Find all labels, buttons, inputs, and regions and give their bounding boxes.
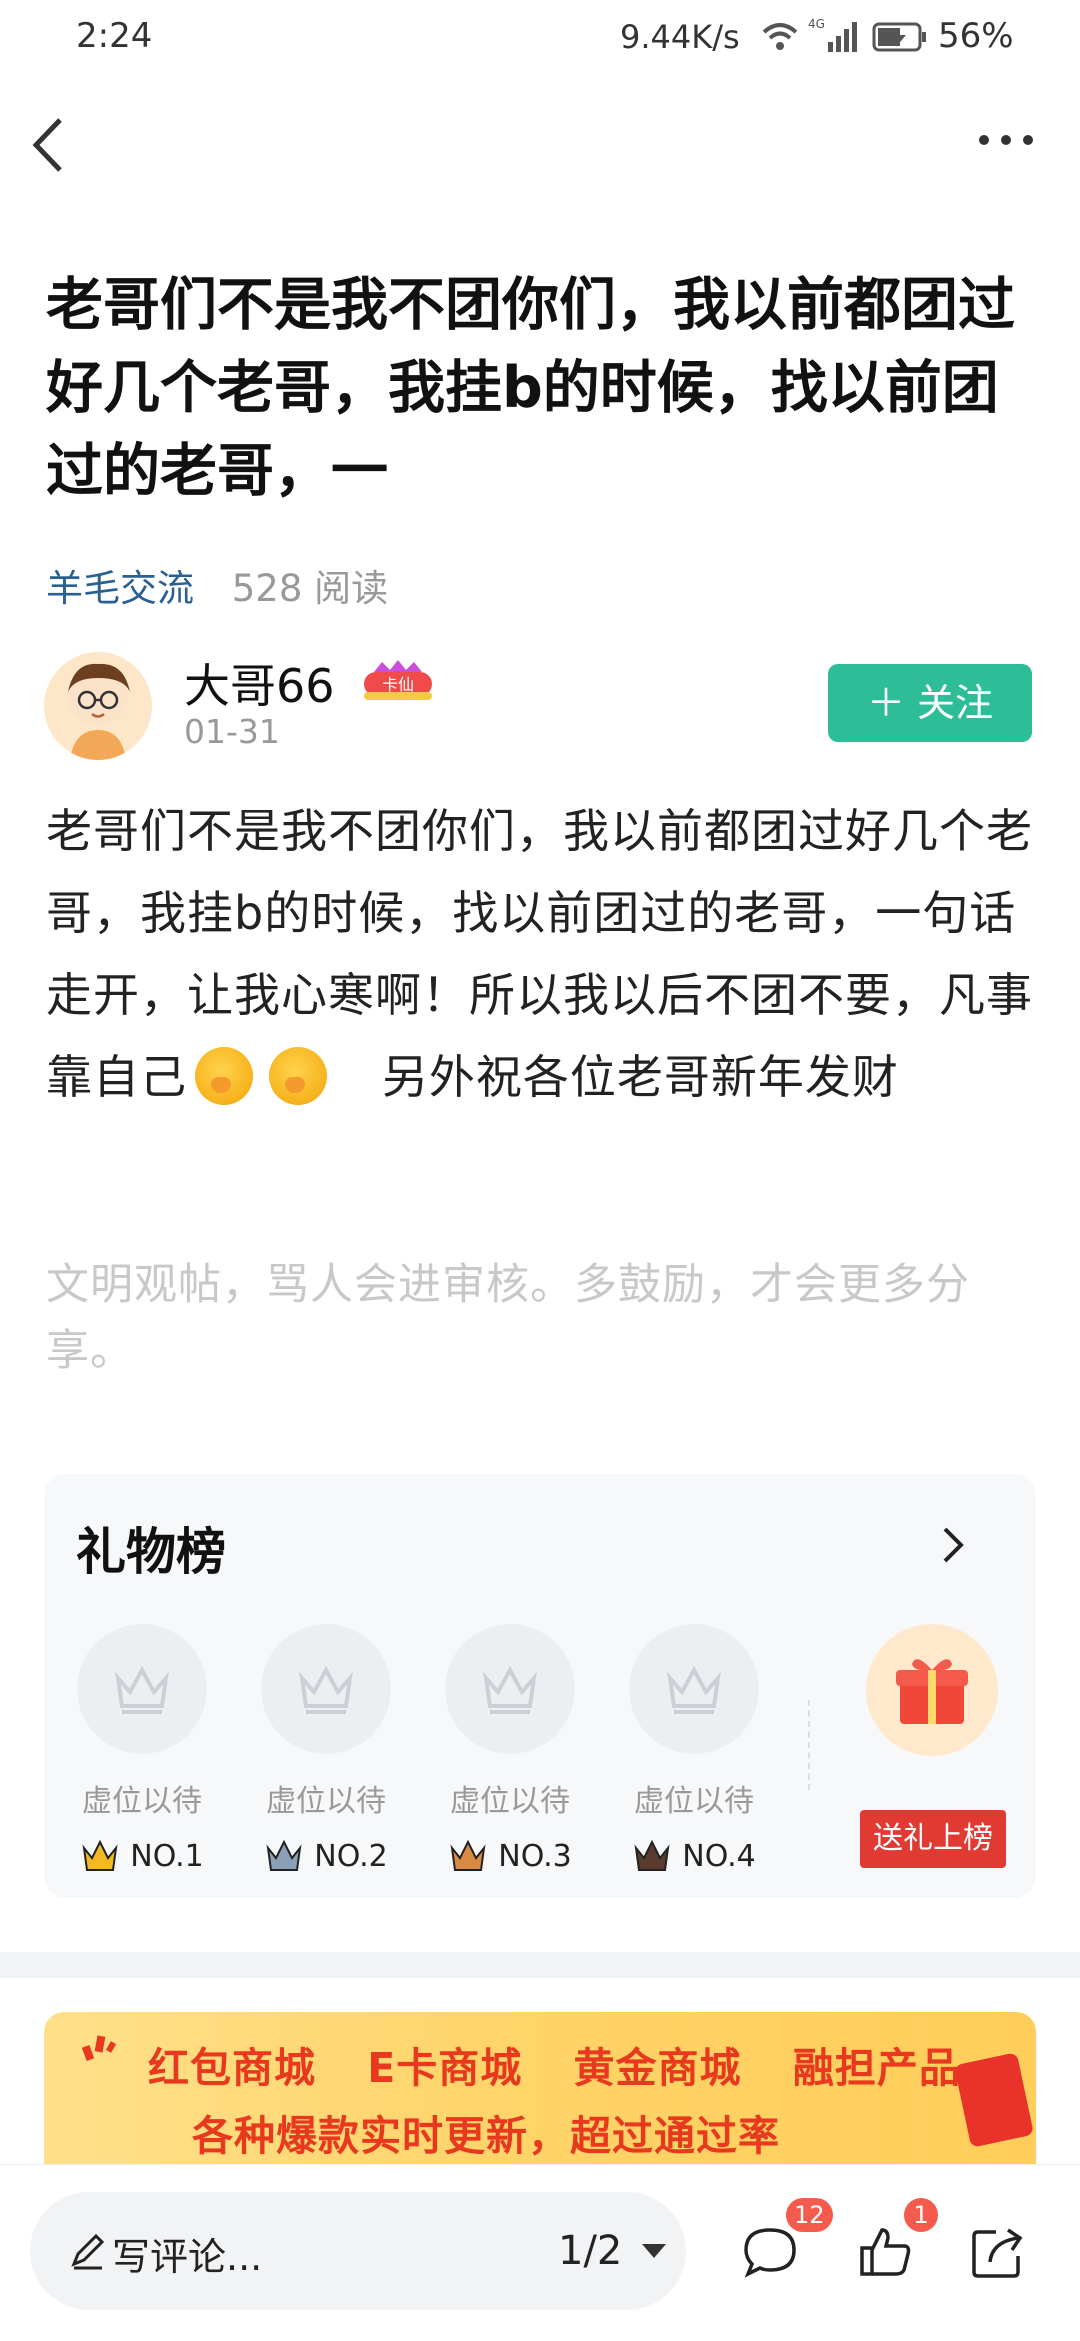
pen-icon: [71, 2233, 105, 2270]
slot-rank: NO.4: [682, 1838, 756, 1874]
gift-slot-4[interactable]: 虚位以待 NO.4: [624, 1624, 764, 1874]
avatar[interactable]: [44, 652, 152, 760]
author-name[interactable]: 大哥66: [184, 650, 335, 716]
like-icon[interactable]: [856, 2222, 916, 2282]
post-content: 老哥们不是我不团你们，我以前都团过好几个老哥，我挂b的时候，找以前团过的老哥，一…: [46, 790, 1036, 1118]
like-count-badge: 1: [904, 2198, 938, 2232]
network-speed: 9.44K/s: [620, 18, 740, 56]
signal-icon: 4G: [808, 17, 857, 52]
gift-box-icon: [896, 1659, 968, 1724]
red-envelope-icon: [953, 2052, 1035, 2148]
battery-icon: [872, 22, 926, 52]
gift-button-circle[interactable]: [866, 1624, 998, 1756]
post-date: 01-31: [184, 712, 280, 751]
slot-rank: NO.3: [498, 1838, 572, 1874]
comment-placeholder: 写评论...: [112, 2235, 263, 2279]
page-indicator[interactable]: 1/2: [558, 2228, 622, 2274]
banner-tagline: 各种爆款实时更新，超过通过率: [192, 2112, 780, 2160]
gift-divider: [808, 1700, 810, 1790]
crown-outline-icon: [483, 1665, 537, 1714]
gift-slot-1[interactable]: 虚位以待 NO.1: [72, 1624, 212, 1874]
badge-text: 卡仙: [382, 675, 414, 694]
chevron-right-icon[interactable]: [940, 1524, 966, 1566]
slot-rank: NO.2: [314, 1838, 388, 1874]
status-time: 2:24: [76, 16, 153, 56]
slot-label: 虚位以待: [634, 1784, 754, 1819]
comment-count-badge: 12: [786, 2198, 833, 2232]
back-icon[interactable]: [26, 110, 70, 180]
promo-banner[interactable]: 红包商城 E卡商城 黄金商城 融担产品 各种爆款实时更新，超过通过率: [44, 2012, 1036, 2164]
comment-icon[interactable]: [740, 2222, 800, 2282]
community-notice: 文明观帖，骂人会进审核。多鼓励，才会更多分享。: [46, 1260, 970, 1376]
gift-board-title[interactable]: 礼物榜: [76, 1512, 226, 1584]
post-meta: 羊毛交流 528 阅读: [46, 558, 388, 612]
comment-input[interactable]: 写评论... 1/2: [30, 2192, 686, 2310]
crown-outline-icon: [115, 1665, 169, 1714]
slot-rank: NO.1: [130, 1838, 204, 1874]
crown-gold-icon: [82, 1839, 118, 1871]
crown-silver-icon: [266, 1839, 302, 1871]
slot-label: 虚位以待: [82, 1784, 202, 1819]
chevron-down-icon[interactable]: [642, 2244, 666, 2258]
category-link[interactable]: 羊毛交流: [46, 567, 194, 610]
gift-slot-2[interactable]: 虚位以待 NO.2: [256, 1624, 396, 1874]
slot-label: 虚位以待: [450, 1784, 570, 1819]
crown-outline-icon: [667, 1665, 721, 1714]
slot-label: 虚位以待: [266, 1784, 386, 1819]
crown-dark-icon: [634, 1839, 670, 1871]
smirk-emoji-icon: [195, 1047, 253, 1105]
section-separator: [0, 1952, 1080, 1978]
content-text-2: 另外祝各位老哥新年发财: [381, 1050, 899, 1104]
level-badge: 卡仙: [360, 658, 436, 704]
status-bar: 2:24 9.44K/s 4G 56%: [0, 0, 1080, 80]
wifi-icon: [762, 23, 798, 50]
post-title: 老哥们不是我不团你们，我以前都团过好几个老哥，我挂b的时候，找以前团过的老哥，一: [46, 272, 1015, 504]
avatar-illustration: [68, 663, 130, 760]
follow-button[interactable]: ＋ 关注: [828, 664, 1032, 742]
send-gift-button[interactable]: 送礼上榜: [860, 1810, 1006, 1868]
battery-percent: 56%: [938, 16, 1014, 56]
read-count: 528 阅读: [231, 567, 389, 610]
gift-slot-3[interactable]: 虚位以待 NO.3: [440, 1624, 580, 1874]
crown-outline-icon: [299, 1665, 353, 1714]
more-icon[interactable]: [976, 128, 1036, 152]
smirk-emoji-icon: [269, 1047, 327, 1105]
crown-badge-icon: 卡仙: [364, 660, 432, 700]
share-icon[interactable]: [968, 2222, 1028, 2282]
network-type: 4G: [808, 17, 825, 31]
banner-links: 红包商城 E卡商城 黄金商城 融担产品: [148, 2044, 961, 2092]
sparkle-icon: [81, 2035, 117, 2061]
crown-bronze-icon: [450, 1839, 486, 1871]
